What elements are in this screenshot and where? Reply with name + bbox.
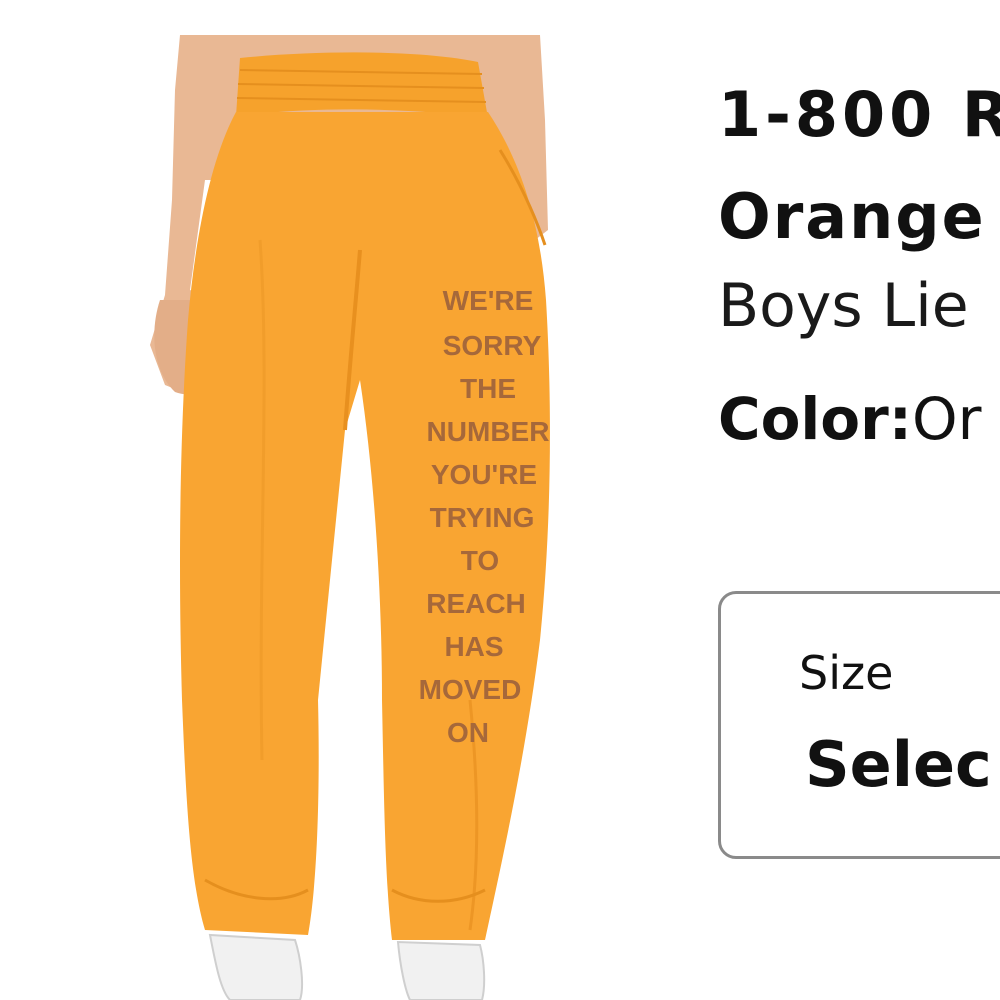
print-line: THE — [460, 373, 516, 404]
print-line: MOVED — [419, 674, 522, 705]
print-line: TRYING — [430, 502, 535, 533]
product-info-panel: 1-800 R Orange Boys Lie Color:Or Size Se… — [718, 0, 1000, 1000]
color-label: Color: — [718, 385, 912, 453]
shoe-left — [208, 933, 304, 1000]
color-row: Color:Or — [718, 390, 981, 448]
print-line: HAS — [444, 631, 503, 662]
shoe-right — [396, 940, 486, 1000]
print-line: ON — [447, 717, 489, 748]
size-selected-value: Selec — [805, 728, 992, 801]
print-line: REACH — [426, 588, 526, 619]
print-line: NUMBER — [427, 416, 550, 447]
print-line: YOU'RE — [431, 459, 537, 490]
product-image[interactable]: WE'RE SORRY THE NUMBER YOU'RE TRYING TO … — [0, 0, 640, 1000]
print-line: SORRY — [443, 330, 542, 361]
size-label: Size — [799, 646, 894, 700]
product-photo-icon: WE'RE SORRY THE NUMBER YOU'RE TRYING TO … — [150, 35, 550, 1000]
color-value: Or — [911, 385, 982, 453]
brand-name[interactable]: Boys Lie — [718, 276, 969, 336]
size-dropdown[interactable]: Size Selec — [718, 591, 1000, 859]
print-line: WE'RE — [443, 285, 534, 316]
product-title-line-2: Orange — [718, 180, 986, 253]
print-line: TO — [461, 545, 499, 576]
product-title-line-1: 1-800 R — [718, 78, 1000, 151]
